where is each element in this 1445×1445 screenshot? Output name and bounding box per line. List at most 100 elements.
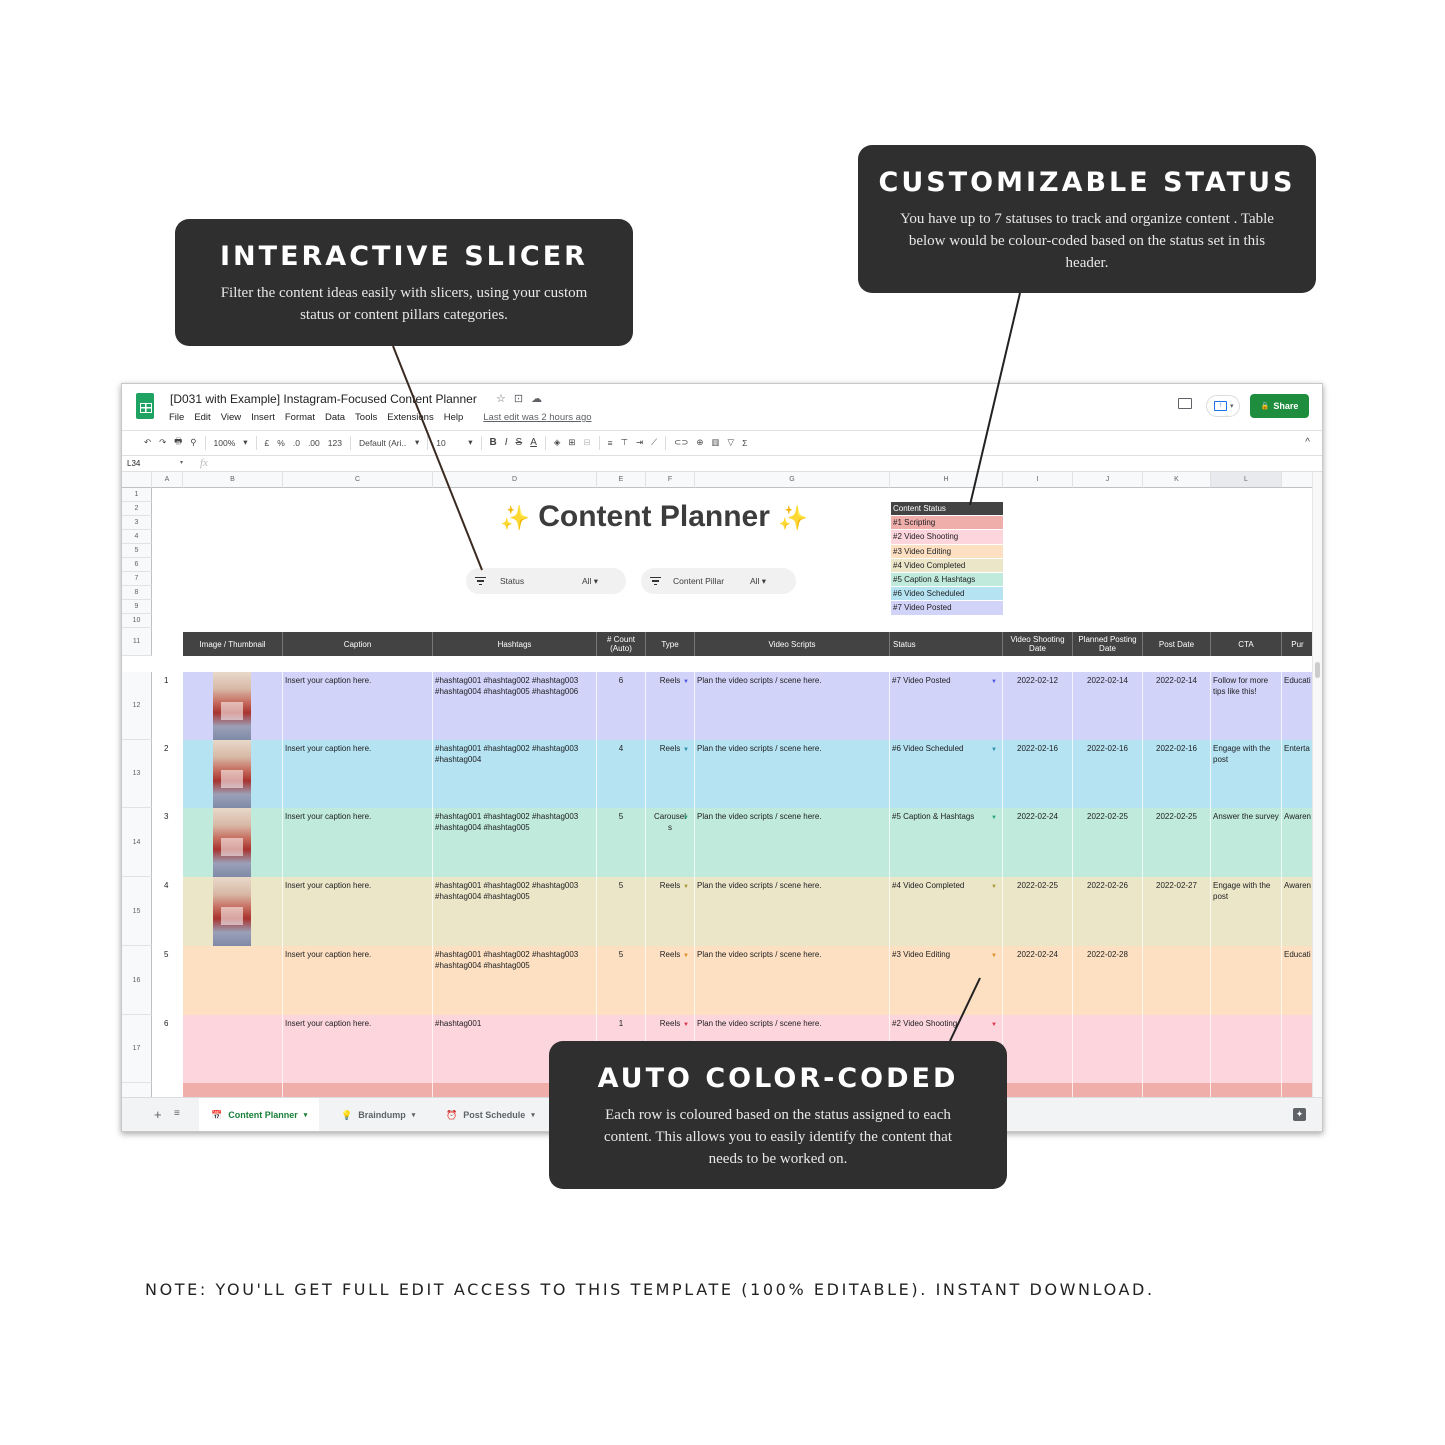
chevron-down-icon[interactable]: ▾ (531, 1111, 535, 1119)
thumbnail-cell[interactable] (183, 1083, 283, 1098)
chevron-down-icon[interactable]: ▾ (304, 1111, 308, 1119)
row-header[interactable] (122, 1083, 152, 1098)
purpose-cell[interactable]: Enterta (1282, 740, 1314, 808)
row-header[interactable]: 5 (122, 544, 152, 558)
row-header[interactable]: 15 (122, 877, 152, 946)
row-header[interactable]: 17 (122, 1015, 152, 1083)
row-header[interactable]: 9 (122, 600, 152, 614)
thumbnail-cell[interactable] (183, 808, 283, 877)
text-rotation-icon[interactable]: ⟋ (651, 437, 657, 448)
row-header[interactable]: 12 (122, 672, 152, 740)
planned-cell[interactable]: 2022-02-28 (1073, 946, 1143, 1015)
post-cell[interactable]: 2022-02-27 (1143, 877, 1211, 946)
redo-icon[interactable]: ↷ (159, 437, 166, 448)
document-title[interactable]: [D031 with Example] Instagram-Focused Co… (170, 392, 477, 406)
shoot-cell[interactable]: 2022-02-24 (1003, 946, 1073, 1015)
column-header-h[interactable]: H (890, 472, 1003, 488)
tab-content-planner[interactable]: 📅 Content Planner ▾ (199, 1098, 320, 1131)
column-header-m[interactable] (1282, 472, 1314, 488)
tab-post-schedule[interactable]: ⏰ Post Schedule ▾ (434, 1098, 547, 1131)
hashtags-cell[interactable]: #hashtag001 #hashtag002 #hashtag003 #has… (433, 740, 597, 808)
shoot-cell[interactable] (1003, 1083, 1073, 1098)
hashtags-cell[interactable]: #hashtag001 #hashtag002 #hashtag003 #has… (433, 672, 597, 740)
shoot-cell[interactable]: 2022-02-24 (1003, 808, 1073, 877)
script-cell[interactable]: Plan the video scripts / scene here. (695, 946, 890, 1015)
dropdown-arrow-icon[interactable]: ▼ (991, 1020, 997, 1031)
insert-comment-icon[interactable]: ⊕ (696, 437, 703, 448)
menu-insert[interactable]: Insert (251, 412, 275, 423)
tab-braindump[interactable]: 💡 Braindump ▾ (329, 1098, 427, 1131)
cloud-status-icon[interactable]: ☁ (531, 392, 542, 405)
status-cell[interactable]: #5 Caption & Hashtags ▼ (890, 808, 1003, 877)
insert-chart-icon[interactable]: ▥ (712, 437, 720, 448)
cta-cell[interactable] (1211, 1015, 1282, 1083)
script-cell[interactable]: Plan the video scripts / scene here. (695, 877, 890, 946)
type-cell[interactable]: Reels ▼ (646, 877, 695, 946)
type-cell[interactable]: Reels ▼ (646, 740, 695, 808)
caption-cell[interactable]: Insert your caption here. (283, 740, 433, 808)
column-header-d[interactable]: D (433, 472, 597, 488)
share-button[interactable]: 🔒 Share (1250, 394, 1309, 418)
thumbnail-cell[interactable] (183, 672, 283, 740)
dropdown-arrow-icon[interactable]: ▼ (991, 813, 997, 824)
status-cell[interactable]: #7 Video Posted ▼ (890, 672, 1003, 740)
present-button[interactable]: ↑ ▾ (1206, 395, 1240, 417)
column-header-b[interactable]: B (183, 472, 283, 488)
caption-cell[interactable]: Insert your caption here. (283, 1015, 433, 1083)
menu-file[interactable]: File (169, 412, 184, 423)
bold-button[interactable]: B (490, 437, 497, 448)
caption-cell[interactable]: Insert your caption here. (283, 808, 433, 877)
post-cell[interactable]: 2022-02-14 (1143, 672, 1211, 740)
name-box[interactable]: L34 (127, 459, 140, 468)
planned-cell[interactable] (1073, 1015, 1143, 1083)
slicer-status[interactable]: Status All ▾ (466, 568, 626, 594)
functions-icon[interactable]: Σ (742, 438, 747, 448)
row-number[interactable]: 6 (152, 1015, 183, 1083)
status-cell[interactable]: #4 Video Completed ▼ (890, 877, 1003, 946)
row-number[interactable]: 2 (152, 740, 183, 808)
menu-extensions[interactable]: Extensions (387, 412, 433, 423)
text-wrap-icon[interactable]: ⇥ (636, 437, 643, 448)
dropdown-arrow-icon[interactable]: ▼ (683, 745, 689, 756)
count-cell[interactable]: 4 (597, 740, 646, 808)
cta-cell[interactable]: Answer the survey (1211, 808, 1282, 877)
italic-button[interactable]: I (505, 437, 508, 448)
font-select[interactable]: Default (Ari... (359, 438, 407, 448)
hashtags-cell[interactable]: #hashtag001 #hashtag002 #hashtag003 #has… (433, 877, 597, 946)
thumbnail-cell[interactable] (183, 877, 283, 946)
row-number[interactable]: 3 (152, 808, 183, 877)
filter-icon[interactable]: ▽ (728, 437, 735, 448)
count-cell[interactable]: 6 (597, 672, 646, 740)
currency-format-button[interactable]: £ (265, 438, 270, 448)
column-header-c[interactable]: C (283, 472, 433, 488)
insert-link-icon[interactable]: ⊂⊃ (674, 437, 688, 448)
row-header[interactable]: 11 (122, 628, 152, 656)
explore-icon[interactable]: ✦ (1293, 1108, 1306, 1121)
dropdown-arrow-icon[interactable]: ▼ (683, 951, 689, 962)
row-header[interactable]: 1 (122, 488, 152, 502)
count-cell[interactable]: 5 (597, 808, 646, 877)
fill-color-icon[interactable]: ◈ (554, 437, 561, 448)
shoot-cell[interactable]: 2022-02-12 (1003, 672, 1073, 740)
row-header[interactable]: 7 (122, 572, 152, 586)
row-header[interactable]: 10 (122, 614, 152, 628)
hashtags-cell[interactable]: #hashtag001 #hashtag002 #hashtag003 #has… (433, 808, 597, 877)
purpose-cell[interactable] (1282, 1015, 1314, 1083)
decrease-decimal-button[interactable]: .0 (293, 438, 300, 448)
row-number[interactable] (152, 1083, 183, 1098)
collapse-toolbar-icon[interactable]: ^ (1305, 437, 1310, 448)
slicer-value[interactable]: All ▾ (750, 576, 766, 587)
status-cell[interactable]: #6 Video Scheduled ▼ (890, 740, 1003, 808)
status-cell[interactable]: #3 Video Editing ▼ (890, 946, 1003, 1015)
caption-cell[interactable] (283, 1083, 433, 1098)
column-header-f[interactable]: F (646, 472, 695, 488)
planned-cell[interactable]: 2022-02-16 (1073, 740, 1143, 808)
thumbnail-cell[interactable] (183, 1015, 283, 1083)
formula-input[interactable] (218, 456, 1313, 472)
row-header[interactable]: 14 (122, 808, 152, 877)
row-header[interactable]: 8 (122, 586, 152, 600)
menu-data[interactable]: Data (325, 412, 345, 423)
row-header[interactable]: 13 (122, 740, 152, 808)
shoot-cell[interactable]: 2022-02-16 (1003, 740, 1073, 808)
dropdown-arrow-icon[interactable]: ▼ (991, 951, 997, 962)
